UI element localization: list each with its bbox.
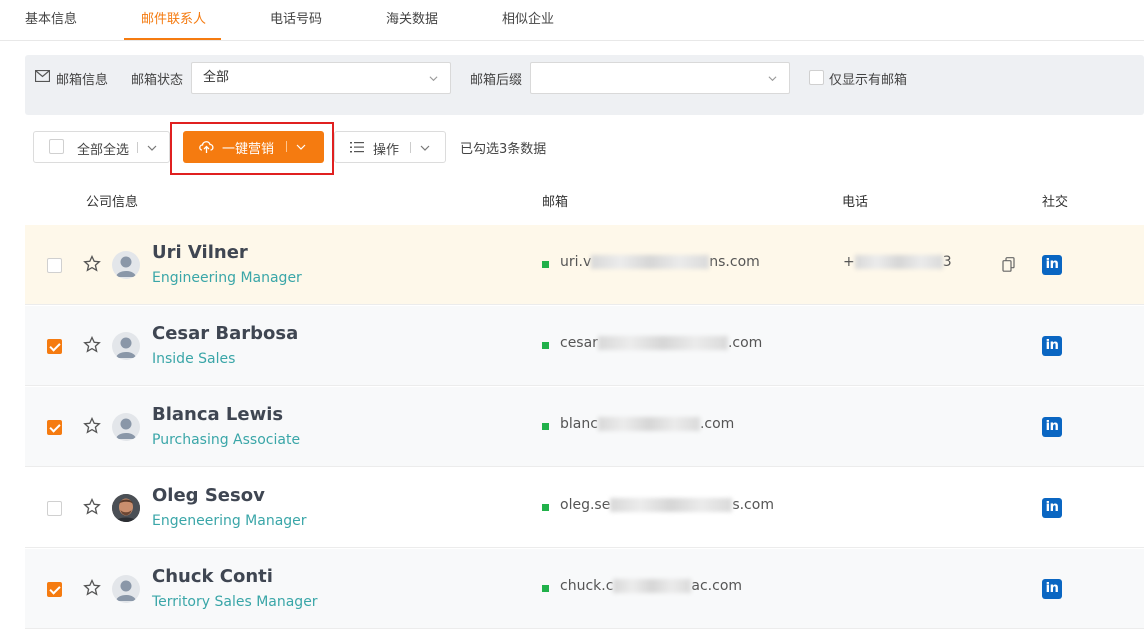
user-photo-icon — [112, 494, 140, 522]
select-all-checkbox[interactable] — [49, 139, 64, 154]
email-info-label: 邮箱信息 — [56, 73, 109, 88]
tab-bar: 基本信息 邮件联系人 电话号码 海关数据 相似企业 — [0, 0, 1144, 41]
selected-count-text: 已勾选3条数据 — [460, 142, 547, 157]
contact-name[interactable]: Oleg Sesov — [152, 485, 265, 506]
select-all-label: 全部全选 — [77, 143, 130, 158]
linkedin-icon[interactable]: in — [1042, 255, 1062, 275]
table-row[interactable]: Blanca Lewis Purchasing Associate blanc.… — [25, 387, 1144, 467]
mail-icon — [35, 70, 50, 82]
chevron-down-icon — [768, 76, 777, 82]
operations-label: 操作 — [373, 143, 400, 158]
chevron-down-icon — [420, 145, 430, 151]
star-icon[interactable] — [83, 579, 101, 597]
chevron-down-icon — [147, 145, 157, 151]
user-icon — [116, 337, 136, 358]
table-row[interactable]: Uri Vilner Engineering Manager uri.v ns.c… — [25, 225, 1144, 305]
avatar — [112, 251, 140, 279]
only-with-email-checkbox[interactable] — [809, 70, 824, 85]
column-header-company: 公司信息 — [86, 195, 139, 210]
contact-email[interactable]: oleg.se s.com — [560, 497, 774, 513]
star-icon[interactable] — [83, 417, 101, 435]
chevron-down-icon — [429, 76, 438, 82]
table-row[interactable]: Oleg Sesov Engeneering Manager oleg.se s.… — [25, 468, 1144, 548]
avatar — [112, 332, 140, 360]
contact-title: Purchasing Associate — [152, 432, 301, 448]
email-status-dot — [542, 585, 549, 592]
divider — [410, 142, 411, 153]
linkedin-icon[interactable]: in — [1042, 336, 1062, 356]
row-checkbox[interactable] — [47, 420, 62, 435]
email-suffix-label: 邮箱后缀 — [470, 73, 523, 88]
star-icon[interactable] — [83, 498, 101, 516]
contact-email[interactable]: cesar .com — [560, 335, 762, 351]
table-row[interactable]: Cesar Barbosa Inside Sales cesar .com in — [25, 306, 1144, 386]
contact-title: Engineering Manager — [152, 270, 302, 286]
column-header-phone: 电话 — [842, 195, 869, 210]
contact-title: Territory Sales Manager — [152, 594, 318, 610]
avatar-photo — [112, 494, 140, 522]
email-filter-bar: 邮箱信息 邮箱状态 全部 邮箱后缀 仅显示有邮箱 — [25, 55, 1144, 115]
row-checkbox[interactable] — [47, 501, 62, 516]
email-status-dot — [542, 423, 549, 430]
tab-phone-numbers[interactable]: 电话号码 — [270, 0, 322, 41]
avatar — [112, 413, 140, 441]
contact-title: Engeneering Manager — [152, 513, 307, 529]
phone-redaction — [854, 255, 943, 269]
linkedin-icon[interactable]: in — [1042, 579, 1062, 599]
tab-basic-info[interactable]: 基本信息 — [25, 0, 77, 41]
contact-name[interactable]: Cesar Barbosa — [152, 323, 298, 344]
contact-title: Inside Sales — [152, 351, 236, 367]
contact-name[interactable]: Blanca Lewis — [152, 404, 283, 425]
linkedin-icon[interactable]: in — [1042, 498, 1062, 518]
email-status-value: 全部 — [203, 70, 230, 85]
operations-dropdown[interactable]: 操作 — [334, 131, 446, 163]
column-header-social: 社交 — [1042, 195, 1069, 210]
copy-icon[interactable] — [1002, 257, 1016, 272]
tab-similar-companies[interactable]: 相似企业 — [502, 0, 554, 41]
table-row[interactable]: Chuck Conti Territory Sales Manager chuc… — [25, 549, 1144, 629]
user-icon — [116, 256, 136, 277]
tab-email-contacts[interactable]: 邮件联系人 — [141, 0, 206, 41]
email-redaction — [613, 579, 692, 593]
email-redaction — [597, 417, 700, 431]
only-with-email-label: 仅显示有邮箱 — [829, 73, 908, 88]
contact-email[interactable]: chuck.c ac.com — [560, 578, 742, 594]
user-icon — [116, 580, 136, 601]
star-icon[interactable] — [83, 336, 101, 354]
email-status-dot — [542, 504, 549, 511]
tab-customs-data[interactable]: 海关数据 — [386, 0, 438, 41]
email-redaction — [610, 498, 733, 512]
active-tab-indicator — [124, 38, 221, 40]
contact-phone: +3 — [843, 254, 952, 270]
email-suffix-select[interactable] — [530, 62, 790, 94]
linkedin-icon[interactable]: in — [1042, 417, 1062, 437]
star-icon[interactable] — [83, 255, 101, 273]
user-icon — [116, 418, 136, 439]
avatar — [112, 575, 140, 603]
contact-name[interactable]: Uri Vilner — [152, 242, 248, 263]
row-checkbox[interactable] — [47, 339, 62, 354]
email-status-select[interactable]: 全部 — [191, 62, 451, 94]
divider — [137, 142, 138, 153]
select-all-dropdown[interactable]: 全部全选 — [33, 131, 170, 163]
contact-email[interactable]: blanc .com — [560, 416, 734, 432]
email-status-dot — [542, 261, 549, 268]
row-checkbox[interactable] — [47, 258, 62, 273]
email-status-label: 邮箱状态 — [131, 73, 184, 88]
contact-name[interactable]: Chuck Conti — [152, 566, 273, 587]
email-redaction — [597, 336, 728, 350]
email-status-dot — [542, 342, 549, 349]
row-checkbox[interactable] — [47, 582, 62, 597]
email-redaction — [591, 255, 710, 269]
column-header-email: 邮箱 — [542, 195, 569, 210]
contact-email[interactable]: uri.v ns.com — [560, 254, 760, 270]
highlight-box — [170, 122, 334, 175]
list-icon — [350, 142, 364, 153]
